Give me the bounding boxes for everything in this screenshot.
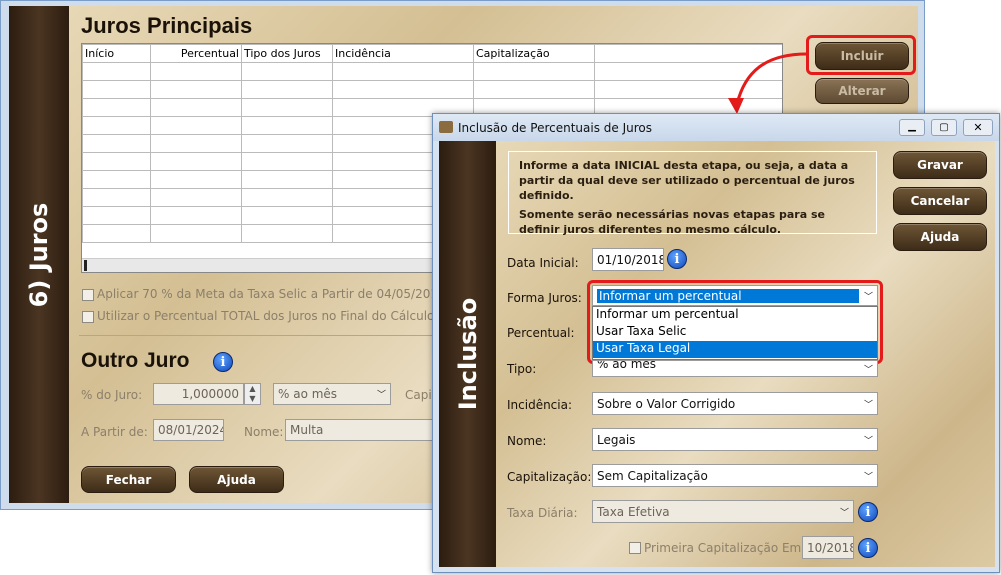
pct-label: % do Juro: (81, 388, 143, 402)
nome-label: Nome: (244, 425, 284, 439)
partir-label: A Partir de: (81, 425, 148, 439)
data-inicial-input[interactable]: 01/10/2018 (592, 248, 664, 271)
period-select[interactable]: % ao mês ﹀ (273, 383, 391, 405)
divider (79, 335, 439, 336)
minimize-button[interactable]: ▁ (899, 119, 925, 136)
nome-select[interactable]: Legais ﹀ (592, 428, 878, 451)
percentual-label: Percentual: (507, 326, 575, 340)
col-capitalizacao[interactable]: Capitalização (473, 44, 595, 63)
tipo-select[interactable]: % ao mês ﹀ (592, 360, 878, 377)
dialog-window: Inclusão de Percentuais de Juros ▁ ▢ ✕ I… (432, 113, 1000, 573)
col-inicio[interactable]: Início (82, 44, 151, 63)
info-icon[interactable]: i (213, 352, 233, 372)
taxa-diaria-label: Taxa Diária: (507, 506, 578, 520)
table-row[interactable] (82, 62, 782, 81)
incidencia-select[interactable]: Sobre o Valor Corrigido ﹀ (592, 392, 878, 415)
partir-input[interactable]: 08/01/2024 (153, 419, 224, 441)
col-tipo[interactable]: Tipo dos Juros (241, 44, 333, 63)
alterar-button[interactable]: Alterar (815, 78, 909, 104)
arrow-icon (728, 52, 808, 114)
nome-label: Nome: (507, 434, 547, 448)
main-sidebar: 6) Juros (9, 6, 69, 503)
info-text-2: Somente serão necessárias novas etapas p… (519, 208, 825, 236)
forma-juros-label: Forma Juros: (507, 291, 582, 305)
cancelar-button[interactable]: Cancelar (893, 187, 987, 215)
table-row[interactable] (82, 80, 782, 99)
gravar-button[interactable]: Gravar (893, 151, 987, 179)
chevron-down-icon: ﹀ (839, 508, 849, 518)
col-percentual[interactable]: Percentual (150, 44, 242, 63)
forma-juros-highlight (587, 280, 883, 364)
primeira-info-icon[interactable]: i (858, 538, 878, 558)
taxa-diaria-select[interactable]: Taxa Efetiva ﹀ (592, 500, 854, 523)
primeira-input[interactable]: 10/2018 (802, 536, 854, 559)
main-sidebar-title: 6) Juros (25, 202, 53, 307)
chevron-down-icon: ﹀ (863, 400, 873, 410)
col-incidencia[interactable]: Incidência (332, 44, 474, 63)
section-title: Juros Principais (81, 13, 253, 38)
fechar-button[interactable]: Fechar (81, 466, 176, 493)
incluir-highlight (806, 35, 916, 75)
incidencia-label: Incidência: (507, 398, 573, 412)
dialog-sidebar-title: Inclusão (453, 297, 482, 411)
info-box: Informe a data INICIAL desta etapa, ou s… (508, 151, 877, 236)
chevron-down-icon: ﹀ (376, 390, 386, 401)
outro-juro-title: Outro Juro (81, 349, 190, 372)
close-button[interactable]: ✕ (963, 119, 993, 136)
maximize-button[interactable]: ▢ (931, 119, 957, 136)
dialog-titlebar: Inclusão de Percentuais de Juros ▁ ▢ ✕ (433, 114, 999, 141)
chevron-down-icon: ﹀ (863, 436, 873, 446)
nome-input[interactable]: Multa (285, 419, 435, 441)
selic-checkbox[interactable] (82, 289, 94, 301)
data-info-icon[interactable]: i (667, 249, 687, 269)
capitalizacao-label: Capitalização: (507, 470, 592, 484)
pct-stepper[interactable]: ▲ ▼ (244, 383, 261, 405)
data-inicial-label: Data Inicial: (507, 256, 579, 270)
total-checkbox[interactable] (82, 311, 94, 323)
primeira-label: Primeira Capitalização Em: (644, 541, 806, 555)
dialog-title: Inclusão de Percentuais de Juros (458, 121, 652, 135)
total-checkbox-label: Utilizar o Percentual TOTAL dos Juros no… (97, 309, 435, 323)
selic-checkbox-label: Aplicar 70 % da Meta da Taxa Selic a Par… (97, 287, 465, 301)
dialog-sidebar: Inclusão (439, 141, 496, 567)
dialog-ajuda-button[interactable]: Ajuda (893, 223, 987, 251)
capitalizacao-select[interactable]: Sem Capitalização ﹀ (592, 464, 878, 487)
app-icon (439, 121, 453, 133)
primeira-checkbox[interactable] (629, 542, 641, 554)
ajuda-button[interactable]: Ajuda (189, 466, 284, 493)
tipo-label: Tipo: (507, 362, 537, 376)
chevron-down-icon: ﹀ (863, 365, 873, 375)
chevron-down-icon: ﹀ (863, 472, 873, 482)
pct-input[interactable]: 1,000000 (153, 383, 244, 405)
info-text-1: Informe a data INICIAL desta etapa, ou s… (519, 159, 855, 202)
taxa-info-icon[interactable]: i (858, 502, 878, 522)
